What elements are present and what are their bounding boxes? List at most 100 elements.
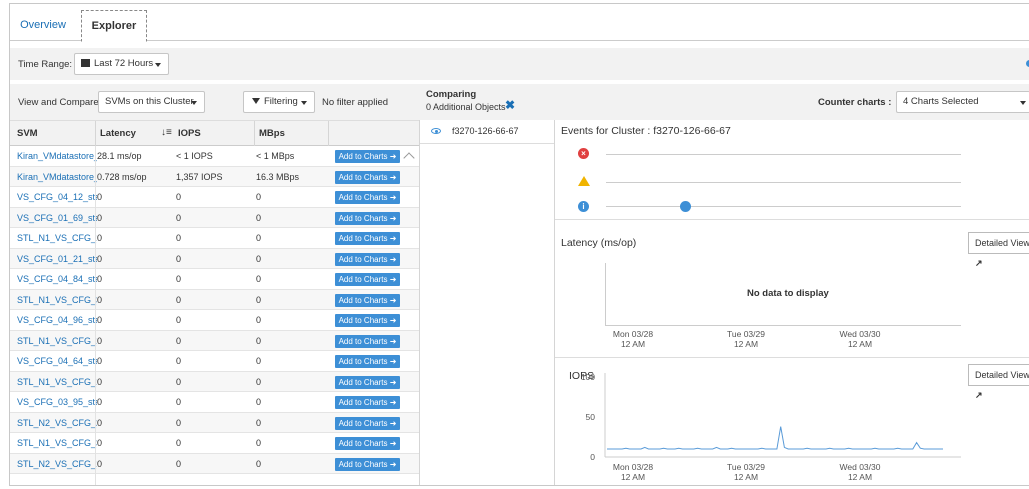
svm-name-link[interactable]: STL_N1_VS_CFG_3_(: [17, 433, 97, 453]
svm-name-link[interactable]: STL_N2_VS_CFG_1_(: [17, 454, 97, 474]
compare-list-item[interactable]: f3270-126-66-67: [420, 120, 555, 144]
svm-name-link[interactable]: STL_N1_VS_CFG_1_(: [17, 228, 97, 248]
add-to-charts-button[interactable]: Add to Charts ➜: [335, 252, 400, 266]
svm-name-link[interactable]: STL_N2_VS_CFG_2_(: [17, 413, 97, 433]
svm-name-link[interactable]: VS_CFG_03_95_stati: [17, 392, 97, 412]
mbps-cell: 0: [256, 212, 262, 223]
mbps-cell: 0: [256, 458, 262, 469]
add-to-charts-button[interactable]: Add to Charts ➜: [335, 273, 400, 286]
column-divider: [254, 121, 255, 146]
mbps-cell: 0: [256, 438, 262, 448]
add-to-charts-button[interactable]: Add to Charts ➜: [335, 314, 400, 327]
filtering-button[interactable]: Filtering: [243, 91, 315, 113]
latency-no-data: No data to display: [747, 288, 829, 299]
add-to-charts-button[interactable]: Add to Charts ➜: [335, 211, 400, 225]
svm-name-link[interactable]: STL_N1_VS_CFG_1_(: [17, 372, 97, 392]
iops-cell: 0: [176, 376, 182, 387]
svm-name-link[interactable]: VS_CFG_04_64_stati: [17, 351, 97, 371]
latency-cell: 0.728 ms/op: [97, 171, 147, 182]
iops-cell: 0: [176, 253, 182, 264]
x-tick-label: Mon 03/28 12 AM: [612, 462, 654, 482]
add-to-charts-label: Add to Charts: [338, 213, 388, 223]
add-to-charts-button[interactable]: Add to Charts ➜: [335, 457, 400, 471]
add-to-charts-label: Add to Charts: [338, 295, 388, 305]
external-link-icon: ↗: [975, 258, 983, 268]
latency-y-axis: [605, 263, 606, 325]
column-header-latency[interactable]: Latency: [100, 121, 136, 146]
remove-x-icon[interactable]: ✖: [505, 98, 515, 112]
counter-charts-value: 4 Charts Selected: [903, 96, 979, 107]
chevron-down-icon: [1020, 101, 1026, 105]
time-range-label: Time Range:: [18, 59, 73, 70]
svm-table-body: Kiran_VMdatastore_ 28.1 ms/op < 1 IOPS < 1 …: [10, 146, 420, 474]
tab-explorer[interactable]: Explorer: [81, 10, 147, 42]
add-to-charts-button[interactable]: Add to Charts ➜: [335, 334, 400, 348]
svm-name-link[interactable]: STL_N1_VS_CFG_3_(: [17, 290, 97, 310]
table-row: STL_N1_VS_CFG_1_(000Add to Charts ➜: [10, 330, 420, 351]
add-to-charts-label: Add to Charts: [338, 275, 388, 284]
add-to-charts-label: Add to Charts: [338, 254, 388, 264]
table-row: VS_CFG_04_96_stati 0 0 0 Add to Charts ➜: [10, 310, 420, 331]
y-tick-label: 0: [590, 452, 595, 462]
iops-cell: 0: [176, 233, 182, 243]
column-header-iops[interactable]: IOPS: [178, 121, 201, 146]
add-to-charts-button[interactable]: Add to Charts ➜: [335, 375, 400, 389]
explorer-frame: Overview Explorer Time Range: Last 72 Ho…: [9, 3, 1029, 486]
tab-overview[interactable]: Overview: [10, 10, 76, 41]
view-compare-dropdown[interactable]: SVMs on this Cluster: [98, 91, 205, 113]
arrow-right-icon: ➜: [389, 439, 397, 448]
events-title: Events for Cluster : f3270-126-66-67: [561, 125, 731, 137]
iops-cell: 0: [176, 335, 182, 346]
add-to-charts-button[interactable]: Add to Charts ➜: [335, 355, 400, 368]
column-divider: [328, 121, 329, 146]
svm-name-link[interactable]: Kiran_VMdatastore_: [17, 167, 97, 187]
table-row: VS_CFG_01_69_stati 0 0 0 Add to Charts ➜: [10, 207, 420, 228]
svm-name-link[interactable]: VS_CFG_04_84_stati: [17, 269, 97, 289]
filtering-label: Filtering: [264, 96, 298, 107]
add-to-charts-button[interactable]: Add to Charts ➜: [335, 396, 400, 409]
svm-name-link[interactable]: VS_CFG_01_21_stati: [17, 249, 97, 269]
svm-name-link[interactable]: STL_N1_VS_CFG_1_(: [17, 331, 97, 351]
counter-charts-dropdown[interactable]: 4 Charts Selected: [896, 91, 1029, 113]
svm-name-link[interactable]: VS_CFG_04_12_stati: [17, 187, 97, 207]
arrow-right-icon: ➜: [389, 336, 397, 346]
svm-name-link[interactable]: VS_CFG_01_69_stati: [17, 208, 97, 228]
add-to-charts-button[interactable]: Add to Charts ➜: [335, 191, 400, 204]
column-header-svm[interactable]: SVM: [17, 121, 38, 146]
time-range-bar: Time Range: Last 72 Hours: [10, 48, 1029, 80]
table-row: STL_N1_VS_CFG_1_(000Add to Charts ➜: [10, 228, 420, 249]
mbps-cell: 0: [256, 253, 262, 264]
sort-desc-icon[interactable]: ↓≡: [161, 127, 172, 139]
mbps-cell: 0: [256, 315, 262, 325]
column-header-mbps[interactable]: MBps: [259, 121, 285, 146]
add-to-charts-button[interactable]: Add to Charts ➜: [335, 293, 400, 307]
chevron-down-icon: [191, 101, 197, 105]
add-to-charts-button[interactable]: Add to Charts ➜: [335, 437, 400, 450]
filter-icon: [252, 98, 260, 104]
add-to-charts-label: Add to Charts: [338, 398, 388, 407]
latency-panel-title: Latency (ms/op): [561, 237, 637, 249]
x-tick-label: Wed 03/30 12 AM: [839, 462, 881, 482]
add-to-charts-label: Add to Charts: [338, 234, 388, 243]
table-row: STL_N1_VS_CFG_3_(000Add to Charts ➜: [10, 289, 420, 310]
latency-detailed-view-button[interactable]: Detailed View ↗: [968, 232, 1029, 268]
svm-name-link[interactable]: VS_CFG_04_96_stati: [17, 310, 97, 330]
error-icon[interactable]: ×: [578, 148, 589, 159]
add-to-charts-button[interactable]: Add to Charts ➜: [335, 170, 400, 184]
table-row: VS_CFG_04_64_stati 0 0 0 Add to Charts ➜: [10, 351, 420, 372]
detailed-view-label: Detailed View: [975, 238, 1029, 248]
warning-icon[interactable]: [578, 176, 590, 186]
arrow-right-icon: ➜: [389, 377, 397, 387]
arrow-right-icon: ➜: [389, 275, 397, 284]
add-to-charts-button[interactable]: Add to Charts ➜: [335, 150, 400, 163]
iops-cell: 0: [176, 458, 182, 469]
mbps-cell: 0: [256, 356, 262, 366]
info-icon[interactable]: i: [578, 201, 589, 212]
time-range-dropdown[interactable]: Last 72 Hours: [74, 53, 169, 75]
table-row: STL_N1_VS_CFG_3_(000Add to Charts ➜: [10, 433, 420, 454]
add-to-charts-button[interactable]: Add to Charts ➜: [335, 416, 400, 430]
add-to-charts-button[interactable]: Add to Charts ➜: [335, 232, 400, 245]
svm-name-link[interactable]: Kiran_VMdatastore_: [17, 146, 97, 166]
event-marker[interactable]: [680, 201, 691, 212]
latency-cell: 0: [97, 438, 103, 448]
